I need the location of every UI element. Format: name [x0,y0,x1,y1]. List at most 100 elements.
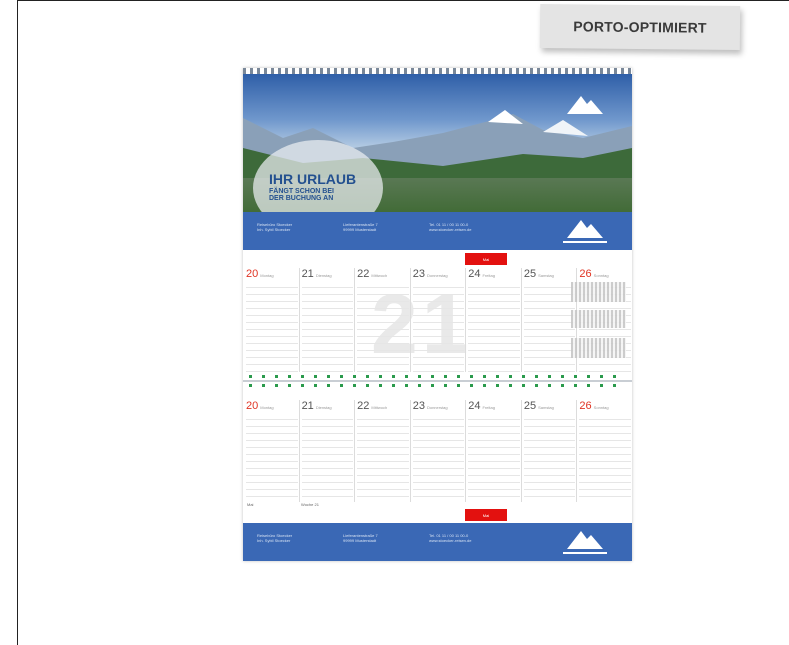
day-header: 26 Sonntag [579,268,631,280]
hero-headline: IHR URLAUB FÄNGT SCHON BEI DER BUCHUNG A… [269,172,356,202]
day-name: Montag [260,273,274,278]
day-column: 25 Samstag [523,268,576,372]
address-band-bottom: Reisebüro Stoecker Inh. Sybil Stoecker L… [243,523,632,561]
website: www.stoecker-reisen.de [429,538,472,543]
day-name: Freitag [482,273,495,278]
mountain-logo-icon [563,531,607,554]
column-divider [409,268,411,372]
day-name: Mittwoch [371,273,388,278]
day-number: 20 [246,400,259,412]
month-tag-top: Mai [465,253,507,265]
day-number: 24 [468,268,481,280]
writing-lines [412,413,465,502]
day-number: 22 [357,400,370,412]
day-number: 21 [301,400,314,412]
company-owner: Inh. Sybil Stoecker [257,538,291,543]
day-column: 24 Freitag [468,268,520,372]
headline-line-1: IHR URLAUB [269,171,357,187]
day-number: 23 [412,268,425,280]
city: 99999 Musterstadt [343,538,377,543]
day-number: 22 [357,268,370,280]
day-number: 20 [246,268,259,280]
mountain-logo-icon [563,220,607,243]
day-header: 25 Samstag [524,268,576,280]
writing-lines [301,413,354,502]
writing-lines [468,281,520,372]
day-header: 21 Dienstag [302,268,354,280]
day-number: 21 [301,268,314,280]
writing-lines [246,413,298,502]
day-header: 22 Mittwoch [357,268,409,280]
city: 99999 Musterstadt [343,227,377,232]
day-name: Donnerstag [426,273,448,278]
week-lower: 20 Montag 21 Dienstag 22 Mittwoch 23 Donnerstag… [243,400,632,502]
website: www.stoecker-reisen.de [429,227,472,232]
day-header: 25 Samstag [524,400,576,412]
column-divider [354,268,356,372]
writing-lines [301,281,354,372]
headline-line-2: FÄNGT SCHON BEI [269,188,334,195]
writing-lines [357,281,409,372]
footer-month: Mai [247,502,254,507]
day-number: 24 [468,400,481,412]
footer-week: Woche 21 [301,502,319,507]
writing-lines [579,413,631,502]
day-header: 22 Mittwoch [357,400,409,412]
writing-lines [523,413,576,502]
writing-lines [468,413,520,502]
column-divider [465,268,467,372]
column-divider [520,268,522,372]
day-column: 24 Freitag [468,400,520,502]
day-name: Donnerstag [426,405,448,410]
day-name: Sonntag [593,405,609,410]
day-column: 23 Donnerstag [412,268,465,372]
day-name: Freitag [482,405,495,410]
day-name: Samstag [538,405,554,410]
day-number: 23 [412,400,425,412]
mini-calendar-3 [571,338,626,358]
writing-lines [412,281,465,372]
day-header: 23 Donnerstag [413,400,465,412]
day-header: 20 Montag [246,400,298,412]
day-name: Montag [260,405,274,410]
wall-calendar-product-image: IHR URLAUB FÄNGT SCHON BEI DER BUCHUNG A… [243,68,632,561]
day-column: 20 Montag [246,400,298,502]
writing-lines [523,281,576,372]
day-column: 22 Mittwoch [357,268,409,372]
day-header: 23 Donnerstag [413,268,465,280]
middle-binding [243,374,632,388]
calendar-header-photo: IHR URLAUB FÄNGT SCHON BEI DER BUCHUNG A… [243,74,632,216]
mountain-logo-icon [567,96,603,114]
mini-calendar-1 [571,282,626,302]
column-divider [409,400,411,502]
day-header: 26 Sonntag [579,400,631,412]
company-owner: Inh. Sybil Stoecker [257,227,291,232]
writing-lines [357,413,409,502]
brand-logo-band [555,214,615,248]
day-name: Samstag [538,273,554,278]
column-divider [354,400,356,502]
day-number: 26 [579,268,592,280]
writing-lines [246,281,298,372]
column-divider [298,268,300,372]
column-divider [298,400,300,502]
brand-logo-band-bottom [555,525,615,559]
day-number: 25 [523,400,537,412]
address-band-top: Reisebüro Stoecker Inh. Sybil Stoecker L… [243,212,632,250]
day-name: Mittwoch [371,405,388,410]
headline-line-3: DER BUCHUNG AN [269,195,334,202]
month-tag-bottom: Mai [465,509,507,521]
column-divider [576,400,578,502]
column-divider [520,400,522,502]
day-number: 25 [523,268,537,280]
column-divider [465,400,467,502]
porto-optimiert-badge: PORTO-OPTIMIERT [539,3,741,51]
day-name: Dienstag [315,405,332,410]
brand-logo-top [555,90,615,124]
day-header: 24 Freitag [468,400,520,412]
day-header: 20 Montag [246,268,298,280]
day-column: 23 Donnerstag [412,400,465,502]
day-header: 21 Dienstag [302,400,354,412]
day-name: Dienstag [315,273,332,278]
day-number: 26 [579,400,592,412]
